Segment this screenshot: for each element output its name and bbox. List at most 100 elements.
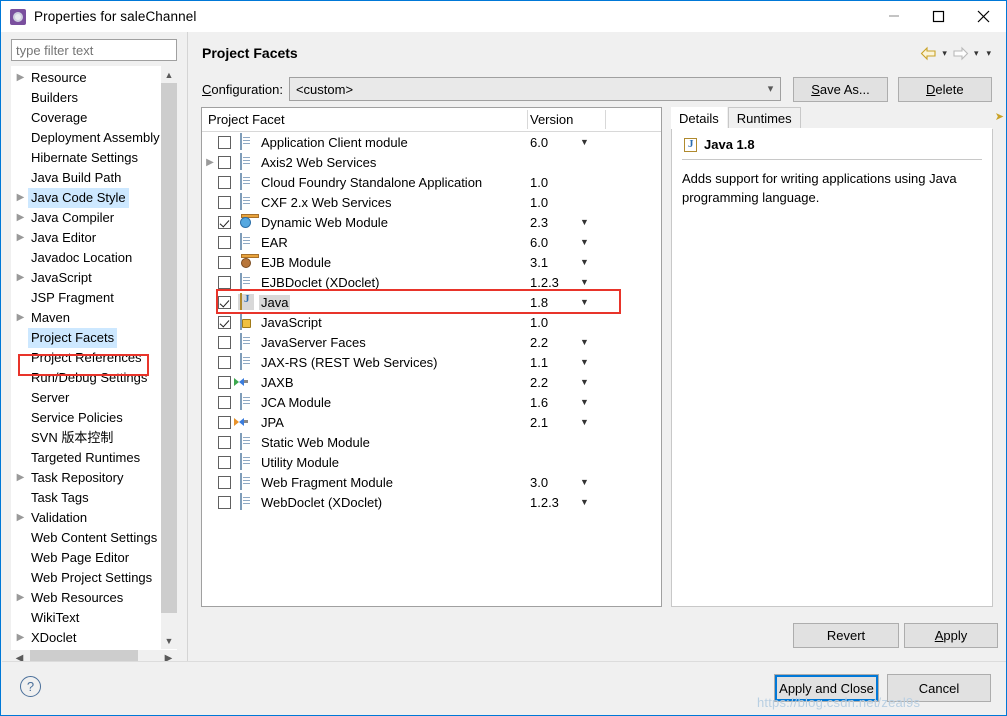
sidebar-item-project-facets[interactable]: Project Facets bbox=[11, 328, 161, 348]
version-dropdown-icon[interactable]: ▼ bbox=[580, 417, 589, 427]
facet-row[interactable]: Application Client module 6.0 ▼ bbox=[202, 132, 661, 152]
facet-checkbox[interactable] bbox=[218, 435, 231, 449]
chevron-right-icon[interactable]: ▶ bbox=[13, 468, 28, 488]
sidebar-item-web-resources[interactable]: ▶ Web Resources bbox=[11, 588, 161, 608]
facet-row[interactable]: JavaScript 1.0 bbox=[202, 312, 661, 332]
facet-row[interactable]: JCA Module 1.6 ▼ bbox=[202, 392, 661, 412]
sidebar-item-run-debug-settings[interactable]: Run/Debug Settings bbox=[11, 368, 161, 388]
facet-checkbox[interactable] bbox=[218, 275, 231, 289]
filter-input[interactable] bbox=[11, 39, 177, 61]
sidebar-item-java-build-path[interactable]: Java Build Path bbox=[11, 168, 161, 188]
version-dropdown-icon[interactable]: ▼ bbox=[580, 477, 589, 487]
facet-row[interactable]: Web Fragment Module 3.0 ▼ bbox=[202, 472, 661, 492]
chevron-right-icon[interactable]: ▶ bbox=[13, 628, 28, 648]
chevron-up-icon[interactable]: ▲ bbox=[161, 66, 177, 83]
sidebar-item-java-code-style[interactable]: ▶ Java Code Style bbox=[11, 188, 161, 208]
chevron-right-icon[interactable]: ▶ bbox=[13, 228, 28, 248]
maximize-icon[interactable] bbox=[916, 1, 961, 31]
facet-checkbox[interactable] bbox=[218, 295, 231, 309]
version-dropdown-icon[interactable]: ▼ bbox=[580, 497, 589, 507]
back-arrow-icon[interactable] bbox=[920, 46, 937, 61]
facet-checkbox[interactable] bbox=[218, 355, 231, 369]
chevron-down-icon[interactable]: ▾ bbox=[768, 82, 774, 95]
sidebar-item-web-content-settings[interactable]: Web Content Settings bbox=[11, 528, 161, 548]
facet-checkbox[interactable] bbox=[218, 495, 231, 509]
facet-checkbox[interactable] bbox=[218, 335, 231, 349]
sidebar-item-targeted-runtimes[interactable]: Targeted Runtimes bbox=[11, 448, 161, 468]
facet-row[interactable]: Utility Module bbox=[202, 452, 661, 472]
facet-row[interactable]: CXF 2.x Web Services 1.0 bbox=[202, 192, 661, 212]
facet-row[interactable]: EJB Module 3.1 ▼ bbox=[202, 252, 661, 272]
help-icon[interactable]: ? bbox=[20, 676, 41, 697]
chevron-right-icon[interactable]: ▶ bbox=[202, 157, 218, 168]
facet-checkbox[interactable] bbox=[218, 455, 231, 469]
facet-row[interactable]: EAR 6.0 ▼ bbox=[202, 232, 661, 252]
configuration-select[interactable]: <custom> ▾ bbox=[288, 77, 782, 101]
tab-runtimes[interactable]: Runtimes bbox=[727, 107, 801, 129]
version-dropdown-icon[interactable]: ▼ bbox=[580, 237, 589, 247]
facet-row[interactable]: JAXB 2.2 ▼ bbox=[202, 372, 661, 392]
sidebar-item-maven[interactable]: ▶ Maven bbox=[11, 308, 161, 328]
version-dropdown-icon[interactable]: ▼ bbox=[580, 257, 589, 267]
apply-button[interactable]: Apply bbox=[904, 623, 998, 648]
sidebar-item-service-policies[interactable]: Service Policies bbox=[11, 408, 161, 428]
version-dropdown-icon[interactable]: ▼ bbox=[580, 337, 589, 347]
chevron-right-icon[interactable]: ▶ bbox=[13, 308, 28, 328]
facet-row[interactable]: ▶ Axis2 Web Services bbox=[202, 152, 661, 172]
minimize-icon[interactable] bbox=[871, 1, 916, 31]
facet-row[interactable]: Static Web Module bbox=[202, 432, 661, 452]
chevron-right-icon[interactable]: ▶ bbox=[13, 68, 28, 88]
facet-checkbox[interactable] bbox=[218, 415, 231, 429]
sidebar-item-deployment-assembly[interactable]: Deployment Assembly bbox=[11, 128, 161, 148]
facet-checkbox[interactable] bbox=[218, 375, 231, 389]
sidebar-item-server[interactable]: Server bbox=[11, 388, 161, 408]
facet-checkbox[interactable] bbox=[218, 215, 231, 229]
version-dropdown-icon[interactable]: ▼ bbox=[580, 137, 589, 147]
sidebar-item-javadoc-location[interactable]: Javadoc Location bbox=[11, 248, 161, 268]
facet-row[interactable]: Dynamic Web Module 2.3 ▼ bbox=[202, 212, 661, 232]
sidebar-item-project-references[interactable]: Project References bbox=[11, 348, 161, 368]
delete-button[interactable]: Delete bbox=[897, 76, 992, 102]
revert-button[interactable]: Revert bbox=[793, 623, 899, 648]
sidebar-item-hibernate-settings[interactable]: Hibernate Settings bbox=[11, 148, 161, 168]
column-header-facet[interactable]: Project Facet bbox=[202, 112, 522, 127]
version-dropdown-icon[interactable]: ▼ bbox=[580, 217, 589, 227]
forward-arrow-icon[interactable] bbox=[952, 46, 969, 61]
chevron-right-icon[interactable]: ▶ bbox=[13, 208, 28, 228]
version-dropdown-icon[interactable]: ▼ bbox=[580, 377, 589, 387]
facet-row[interactable]: JavaServer Faces 2.2 ▼ bbox=[202, 332, 661, 352]
sidebar-item-task-tags[interactable]: Task Tags bbox=[11, 488, 161, 508]
sidebar-vertical-scrollbar[interactable]: ▲ ▼ bbox=[161, 66, 177, 649]
facet-row[interactable]: JAX-RS (REST Web Services) 1.1 ▼ bbox=[202, 352, 661, 372]
tab-details[interactable]: Details bbox=[671, 107, 727, 129]
facet-row[interactable]: EJBDoclet (XDoclet) 1.2.3 ▼ bbox=[202, 272, 661, 292]
sidebar-item-xdoclet[interactable]: ▶ XDoclet bbox=[11, 628, 161, 648]
column-header-version[interactable]: Version bbox=[522, 112, 602, 127]
close-icon[interactable] bbox=[961, 1, 1006, 31]
sidebar-item-task-repository[interactable]: ▶ Task Repository bbox=[11, 468, 161, 488]
sidebar-item-svn-版本控制[interactable]: SVN 版本控制 bbox=[11, 428, 161, 448]
facet-row[interactable]: Cloud Foundry Standalone Application 1.0 bbox=[202, 172, 661, 192]
facet-row[interactable]: WebDoclet (XDoclet) 1.2.3 ▼ bbox=[202, 492, 661, 512]
sidebar-item-validation[interactable]: ▶ Validation bbox=[11, 508, 161, 528]
sidebar-item-javascript[interactable]: ▶ JavaScript bbox=[11, 268, 161, 288]
sidebar-item-web-project-settings[interactable]: Web Project Settings bbox=[11, 568, 161, 588]
sidebar-item-builders[interactable]: Builders bbox=[11, 88, 161, 108]
sidebar-item-coverage[interactable]: Coverage bbox=[11, 108, 161, 128]
facet-row[interactable]: JPA 2.1 ▼ bbox=[202, 412, 661, 432]
save-as-button[interactable]: Save As... bbox=[793, 76, 888, 102]
version-dropdown-icon[interactable]: ▼ bbox=[580, 297, 589, 307]
chevron-right-icon[interactable]: ▶ bbox=[13, 188, 28, 208]
sidebar-item-java-compiler[interactable]: ▶ Java Compiler bbox=[11, 208, 161, 228]
facet-row[interactable]: Java 1.8 ▼ bbox=[202, 292, 661, 312]
sidebar-item-web-page-editor[interactable]: Web Page Editor bbox=[11, 548, 161, 568]
scrollbar-thumb[interactable] bbox=[161, 83, 177, 613]
chevron-right-icon[interactable]: ▶ bbox=[13, 508, 28, 528]
version-dropdown-icon[interactable]: ▼ bbox=[580, 357, 589, 367]
sidebar-item-wikitext[interactable]: WikiText bbox=[11, 608, 161, 628]
facet-checkbox[interactable] bbox=[218, 195, 231, 209]
chevron-down-icon[interactable]: ▼ bbox=[161, 632, 177, 649]
version-dropdown-icon[interactable]: ▼ bbox=[580, 397, 589, 407]
facet-checkbox[interactable] bbox=[218, 175, 231, 189]
facet-checkbox[interactable] bbox=[218, 235, 231, 249]
